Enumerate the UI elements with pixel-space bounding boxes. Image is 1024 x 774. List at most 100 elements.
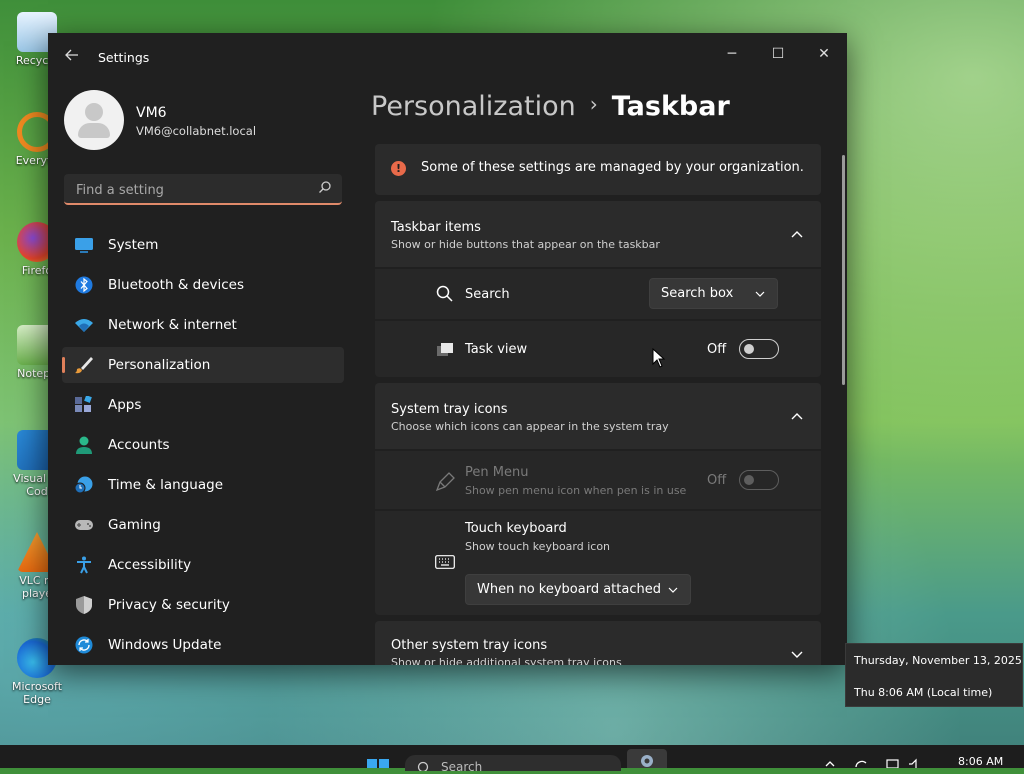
toggle-state-label: Off <box>707 342 727 357</box>
maximize-button[interactable]: ☐ <box>755 39 801 69</box>
touch-keyboard-description: Show touch keyboard icon <box>465 540 611 553</box>
touch-keyboard-row: Touch keyboard Show touch keyboard icon … <box>375 511 821 615</box>
avatar[interactable] <box>64 90 124 150</box>
sidebar-item-gaming[interactable]: Gaming <box>62 507 344 543</box>
desktop-icon-label: Microsoft Edge <box>11 680 63 706</box>
sidebar-item-label: Privacy & security <box>108 597 230 613</box>
sidebar-item-label: Gaming <box>108 517 161 533</box>
toggle-state-label: Off <box>707 473 727 488</box>
chevron-up-icon <box>791 231 803 238</box>
sidebar-item-bluetooth[interactable]: Bluetooth & devices <box>62 267 344 303</box>
sidebar-item-privacy[interactable]: Privacy & security <box>62 587 344 623</box>
system-tray-icons-header[interactable]: System tray icons Choose which icons can… <box>375 383 821 449</box>
bluetooth-icon <box>75 276 93 294</box>
sidebar-item-label: Bluetooth & devices <box>108 277 245 293</box>
section-description: Show or hide buttons that appear on the … <box>391 238 660 251</box>
sidebar-item-personalization[interactable]: Personalization <box>62 347 344 383</box>
taskbar-clock[interactable]: 8:06 AM <box>958 755 1003 768</box>
pen-menu-row: Pen Menu Show pen menu icon when pen is … <box>375 451 821 509</box>
accessibility-icon <box>77 556 91 574</box>
profile-name: VM6 <box>136 105 167 121</box>
chevron-up-icon <box>791 413 803 420</box>
search-icon <box>436 285 453 302</box>
gamepad-icon <box>75 520 93 530</box>
close-button[interactable]: ✕ <box>801 39 847 69</box>
tooltip-time: Thu 8:06 AM (Local time) <box>854 686 993 699</box>
toggle-knob <box>744 475 754 485</box>
sidebar-item-label: Network & internet <box>108 317 237 333</box>
breadcrumb-parent[interactable]: Personalization <box>371 91 576 122</box>
other-system-tray-icons-header[interactable]: Other system tray icons Show or hide add… <box>375 621 821 665</box>
avatar-body <box>78 123 110 138</box>
sidebar-item-label: System <box>108 237 159 253</box>
task-view-toggle[interactable] <box>739 339 779 359</box>
search-icon <box>319 181 331 193</box>
page-title: Taskbar <box>611 91 730 122</box>
windows-start-icon[interactable] <box>367 759 389 768</box>
refresh-icon[interactable] <box>854 758 868 768</box>
sidebar-item-accessibility[interactable]: Accessibility <box>62 547 344 583</box>
search-box[interactable] <box>64 174 342 205</box>
taskbar-app-settings[interactable] <box>627 749 667 768</box>
sidebar-item-accounts[interactable]: Accounts <box>62 427 344 463</box>
app-title: Settings <box>98 50 150 65</box>
sidebar-item-apps[interactable]: Apps <box>62 387 344 423</box>
shield-icon <box>76 596 92 614</box>
sidebar-item-label: Time & language <box>108 477 224 493</box>
back-button[interactable] <box>62 47 82 67</box>
section-title: Other system tray icons <box>391 638 548 653</box>
sidebar-item-label: Windows Update <box>108 637 222 653</box>
task-view-row: Task view Off <box>375 321 821 377</box>
wifi-icon <box>75 319 93 332</box>
search-label: Search <box>465 287 510 302</box>
taskbar-search-placeholder: Search <box>441 760 483 774</box>
sidebar-item-system[interactable]: System <box>62 227 344 263</box>
sidebar-nav: System Bluetooth & devices Network & int… <box>62 227 344 665</box>
section-title: Taskbar items <box>391 220 481 235</box>
keyboard-icon <box>435 555 455 569</box>
search-mode-dropdown[interactable]: Search box <box>649 278 778 309</box>
title-bar: Settings ─ ☐ ✕ <box>48 33 847 81</box>
search-row: Search Search box <box>375 269 821 319</box>
chevron-down-icon <box>791 651 803 658</box>
chevron-up-icon[interactable] <box>823 758 837 768</box>
section-title: System tray icons <box>391 402 508 417</box>
taskbar-items-header[interactable]: Taskbar items Show or hide buttons that … <box>375 201 821 267</box>
task-view-icon <box>437 343 453 356</box>
search-icon <box>417 761 429 771</box>
pen-icon <box>435 472 455 492</box>
dropdown-value: When no keyboard attached <box>477 582 661 597</box>
breadcrumb-separator: › <box>589 92 598 116</box>
arrow-left-icon <box>65 49 78 61</box>
apps-icon <box>75 396 92 412</box>
notice-text: Some of these settings are managed by yo… <box>421 160 804 175</box>
touch-keyboard-label: Touch keyboard <box>465 521 567 536</box>
tooltip-date: Thursday, November 13, 2025 <box>854 654 1022 667</box>
section-description: Choose which icons can appear in the sys… <box>391 420 669 433</box>
toggle-knob <box>744 344 754 354</box>
sidebar-item-label: Apps <box>108 397 142 413</box>
touch-keyboard-dropdown[interactable]: When no keyboard attached <box>465 574 691 605</box>
volume-icon[interactable] <box>908 758 922 768</box>
chevron-down-icon <box>755 291 765 297</box>
monitor-icon[interactable] <box>886 758 900 768</box>
sidebar-item-time-language[interactable]: Time & language <box>62 467 344 503</box>
pen-menu-toggle[interactable] <box>739 470 779 490</box>
person-icon <box>76 436 92 454</box>
monitor-icon <box>75 238 93 253</box>
gear-icon <box>641 755 653 767</box>
mouse-cursor-icon <box>652 348 666 368</box>
dropdown-value: Search box <box>661 286 734 301</box>
sidebar-item-network[interactable]: Network & internet <box>62 307 344 343</box>
globe-clock-icon <box>74 476 93 494</box>
minimize-button[interactable]: ─ <box>709 39 755 69</box>
search-input[interactable] <box>74 179 318 201</box>
warning-icon: ! <box>391 161 406 176</box>
taskbar-search-box[interactable]: Search <box>405 755 621 774</box>
avatar-head <box>85 103 103 121</box>
organization-notice: ! Some of these settings are managed by … <box>375 144 821 195</box>
taskbar: Search 8:06 AM <box>0 745 1024 774</box>
sidebar-item-label: Accessibility <box>108 557 192 573</box>
scrollbar[interactable] <box>842 155 845 385</box>
sidebar-item-windows-update[interactable]: Windows Update <box>62 627 344 663</box>
